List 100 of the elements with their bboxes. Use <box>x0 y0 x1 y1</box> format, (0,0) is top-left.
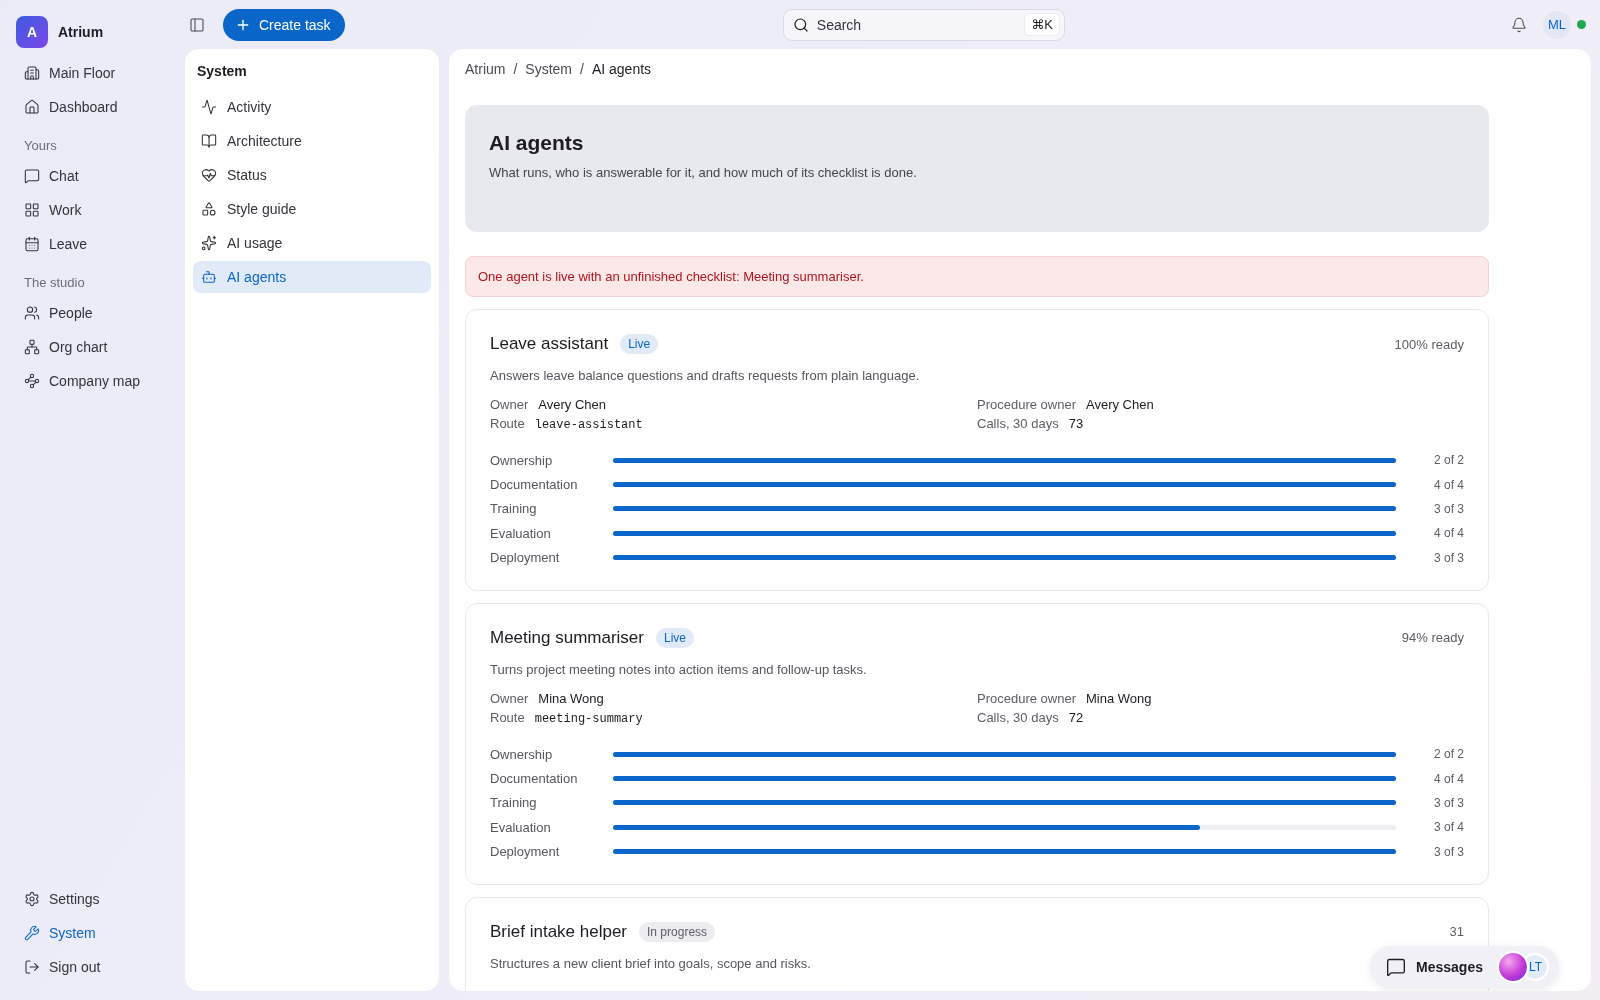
field-value: 72 <box>1068 709 1084 725</box>
sidebar-item[interactable]: Org chart <box>16 330 169 364</box>
calendar-icon <box>24 236 40 252</box>
checklist-count: 3 of 3 <box>1432 501 1464 516</box>
breadcrumb-link[interactable]: AI agents <box>591 61 652 77</box>
checklist-label: Ownership <box>490 452 554 468</box>
subnav-item[interactable]: AI agents <box>193 261 431 293</box>
agent-name: Meeting summariser <box>490 627 644 648</box>
page-subtitle: What runs, who is answerable for it, and how much of its checklist is done. <box>489 165 918 180</box>
agent-name: Brief intake helper <box>490 921 628 942</box>
field-label: Owner <box>490 690 529 706</box>
checklist-label: Deployment <box>490 550 561 566</box>
field-label: Procedure owner <box>977 397 1076 412</box>
pulse-icon <box>201 99 217 115</box>
subnav-item[interactable]: Activity <box>193 91 431 123</box>
sidebar-item[interactable]: Leave <box>16 227 169 261</box>
sidebar-item[interactable]: Main Floor <box>16 56 169 90</box>
panel-title: System <box>196 62 248 81</box>
sidebar-item[interactable]: Company map <box>16 364 169 398</box>
checklist-label: Ownership <box>490 746 554 762</box>
agent-name: Leave assistant <box>490 334 609 354</box>
checklist-count: 2 of 2 <box>1432 453 1464 468</box>
heart-pulse-icon <box>201 167 217 183</box>
shapes-icon <box>201 201 217 217</box>
checklist-label: Documentation <box>490 477 579 493</box>
sidebar-item[interactable]: Settings <box>16 882 169 916</box>
checklist-count: 3 of 3 <box>1432 550 1464 565</box>
org-chart-icon <box>24 339 40 355</box>
status-badge: Live <box>656 627 694 648</box>
readiness-text: 31 <box>1449 924 1464 940</box>
sparkles-icon <box>201 235 217 251</box>
status-badge: Live <box>620 334 659 354</box>
sidebar-item[interactable]: Dashboard <box>16 90 169 124</box>
breadcrumb-separator: / <box>513 61 518 77</box>
checklist-count: 3 of 4 <box>1432 820 1464 835</box>
subnav-item[interactable]: Status <box>193 159 431 191</box>
page-title: AI agents <box>489 131 585 155</box>
brand-logo: A <box>16 16 48 48</box>
agent-description: Structures a new client brief into goals, scope and risks. <box>490 955 811 971</box>
checklist-count: 3 of 3 <box>1432 795 1464 810</box>
field-value: Mina Wong <box>1086 690 1152 706</box>
checklist-count: 3 of 3 <box>1432 844 1464 859</box>
subnav-item[interactable]: Style guide <box>193 193 431 225</box>
chat-icon <box>1386 957 1407 977</box>
subnav-item[interactable]: Architecture <box>193 125 431 157</box>
sign-out-icon <box>24 959 40 975</box>
field-value: Mina Wong <box>538 690 604 706</box>
breadcrumb-separator: / <box>580 61 584 77</box>
field-label: Calls, 30 days <box>977 416 1059 431</box>
grid-icon <box>24 202 40 218</box>
breadcrumb-link[interactable]: Atrium <box>465 61 506 77</box>
checklist-label: Evaluation <box>490 819 552 835</box>
field-label: Procedure owner <box>977 690 1076 706</box>
subnav-item[interactable]: AI usage <box>193 227 431 259</box>
building-icon <box>24 65 40 81</box>
section-heading: The studio <box>23 274 86 292</box>
checklist-count: 4 of 4 <box>1432 771 1464 786</box>
readiness-text: 94% ready <box>1401 630 1464 646</box>
sidebar-item[interactable]: Work <box>16 193 169 227</box>
checklist-label: Deployment <box>490 844 561 860</box>
field-label: Calls, 30 days <box>977 709 1059 725</box>
field-value: Avery Chen <box>538 397 606 412</box>
create-task-button[interactable]: Create task <box>223 8 345 41</box>
breadcrumb-link[interactable]: System <box>525 61 573 77</box>
wrench-icon <box>24 925 40 941</box>
messages-label: Messages <box>1416 959 1483 975</box>
field-label: Owner <box>490 397 529 412</box>
avatar <box>1497 951 1529 983</box>
sidebar-item[interactable]: Sign out <box>16 950 169 984</box>
settings-icon <box>24 891 40 907</box>
brand-name: Atrium <box>58 24 104 40</box>
route-icon <box>24 373 40 389</box>
sidebar-item[interactable]: People <box>16 296 169 330</box>
robot-icon <box>201 269 217 285</box>
field-label: Route <box>490 416 525 431</box>
readiness-text: 100% ready <box>1394 336 1464 352</box>
checklist-count: 2 of 2 <box>1432 747 1464 762</box>
route-value: meeting-summary <box>534 711 643 726</box>
checklist-label: Documentation <box>490 771 579 787</box>
checklist-label: Training <box>490 795 538 811</box>
messages-dock[interactable]: Messages LT <box>1370 946 1559 988</box>
chat-icon <box>24 168 40 184</box>
shortcut-hint: ⌘K <box>1024 12 1060 36</box>
field-label: Route <box>490 709 525 725</box>
section-heading: Yours <box>23 137 58 155</box>
route-value: leave-assistant <box>534 418 643 432</box>
field-value: Avery Chen <box>1086 397 1154 412</box>
user-avatar[interactable]: ML <box>1543 10 1571 39</box>
agent-description: Turns project meeting notes into action items and follow-up tasks. <box>490 661 867 677</box>
checklist-label: Evaluation <box>490 525 552 541</box>
sidebar-item[interactable]: Chat <box>16 159 169 193</box>
people-icon <box>24 305 40 321</box>
book-icon <box>201 133 217 149</box>
checklist-count: 4 of 4 <box>1432 477 1464 492</box>
sidebar-item[interactable]: System <box>16 916 169 950</box>
agent-description: Answers leave balance questions and drafts requests from plain language. <box>490 368 920 383</box>
status-badge: In progress <box>639 921 716 942</box>
checklist-count: 4 of 4 <box>1432 526 1464 541</box>
field-value: 73 <box>1068 416 1084 431</box>
alert-banner: One agent is live with an unfinished checklist: Meeting summariser. <box>465 256 1489 297</box>
